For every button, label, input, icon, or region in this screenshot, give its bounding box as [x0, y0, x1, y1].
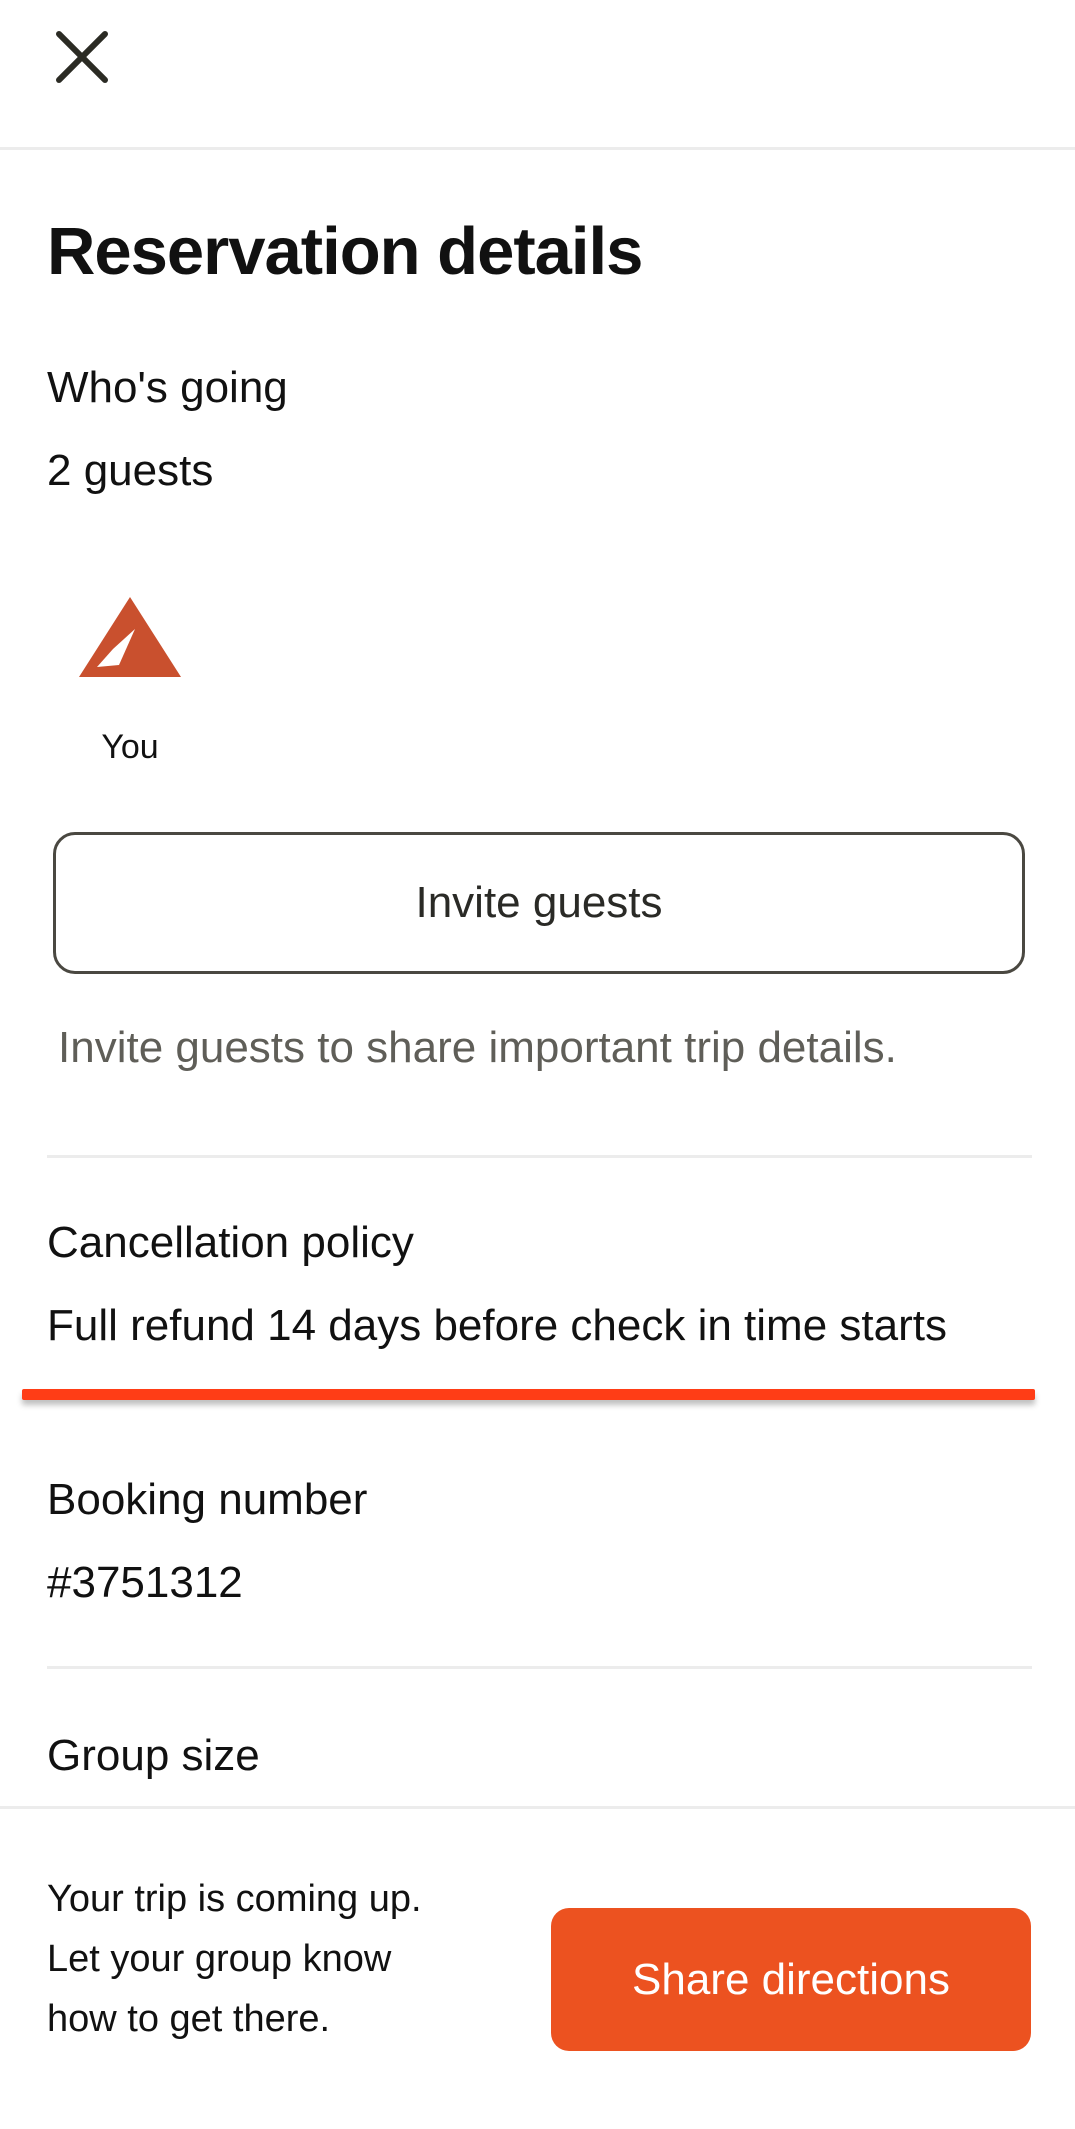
cancellation-policy-label: Cancellation policy [47, 1218, 414, 1267]
content-scroll-area[interactable]: Reservation details Who's going 2 guests… [0, 153, 1075, 1806]
top-bar [0, 0, 1075, 150]
close-button[interactable] [47, 22, 117, 92]
reservation-details-screen: Reservation details Who's going 2 guests… [0, 0, 1075, 2129]
guest-count: 2 guests [47, 446, 214, 495]
booking-number-label: Booking number [47, 1475, 368, 1524]
bottom-action-bar: Your trip is coming up. Let your group k… [0, 1806, 1075, 2129]
group-size-label: Group size [47, 1731, 260, 1780]
close-icon [56, 31, 108, 83]
avatar-name: You [101, 728, 159, 766]
divider [47, 1666, 1032, 1669]
guest-avatar-you[interactable]: You [65, 593, 195, 773]
invite-guests-button[interactable]: Invite guests [53, 832, 1025, 974]
booking-number-value: #3751312 [47, 1558, 243, 1607]
whos-going-label: Who's going [47, 363, 288, 412]
trip-message-line: Let your group know how to get there. [47, 1938, 392, 2040]
cancellation-policy-value: Full refund 14 days before check in time… [47, 1301, 947, 1350]
divider [47, 1155, 1032, 1158]
share-directions-button[interactable]: Share directions [551, 1908, 1031, 2051]
trip-message: Your trip is coming up. Let your group k… [47, 1869, 467, 2049]
trip-message-line: Your trip is coming up. [47, 1878, 422, 1920]
page-title: Reservation details [47, 214, 643, 289]
tent-icon [75, 593, 185, 683]
highlight-underline [22, 1389, 1035, 1400]
invite-hint: Invite guests to share important trip de… [58, 1023, 897, 1072]
